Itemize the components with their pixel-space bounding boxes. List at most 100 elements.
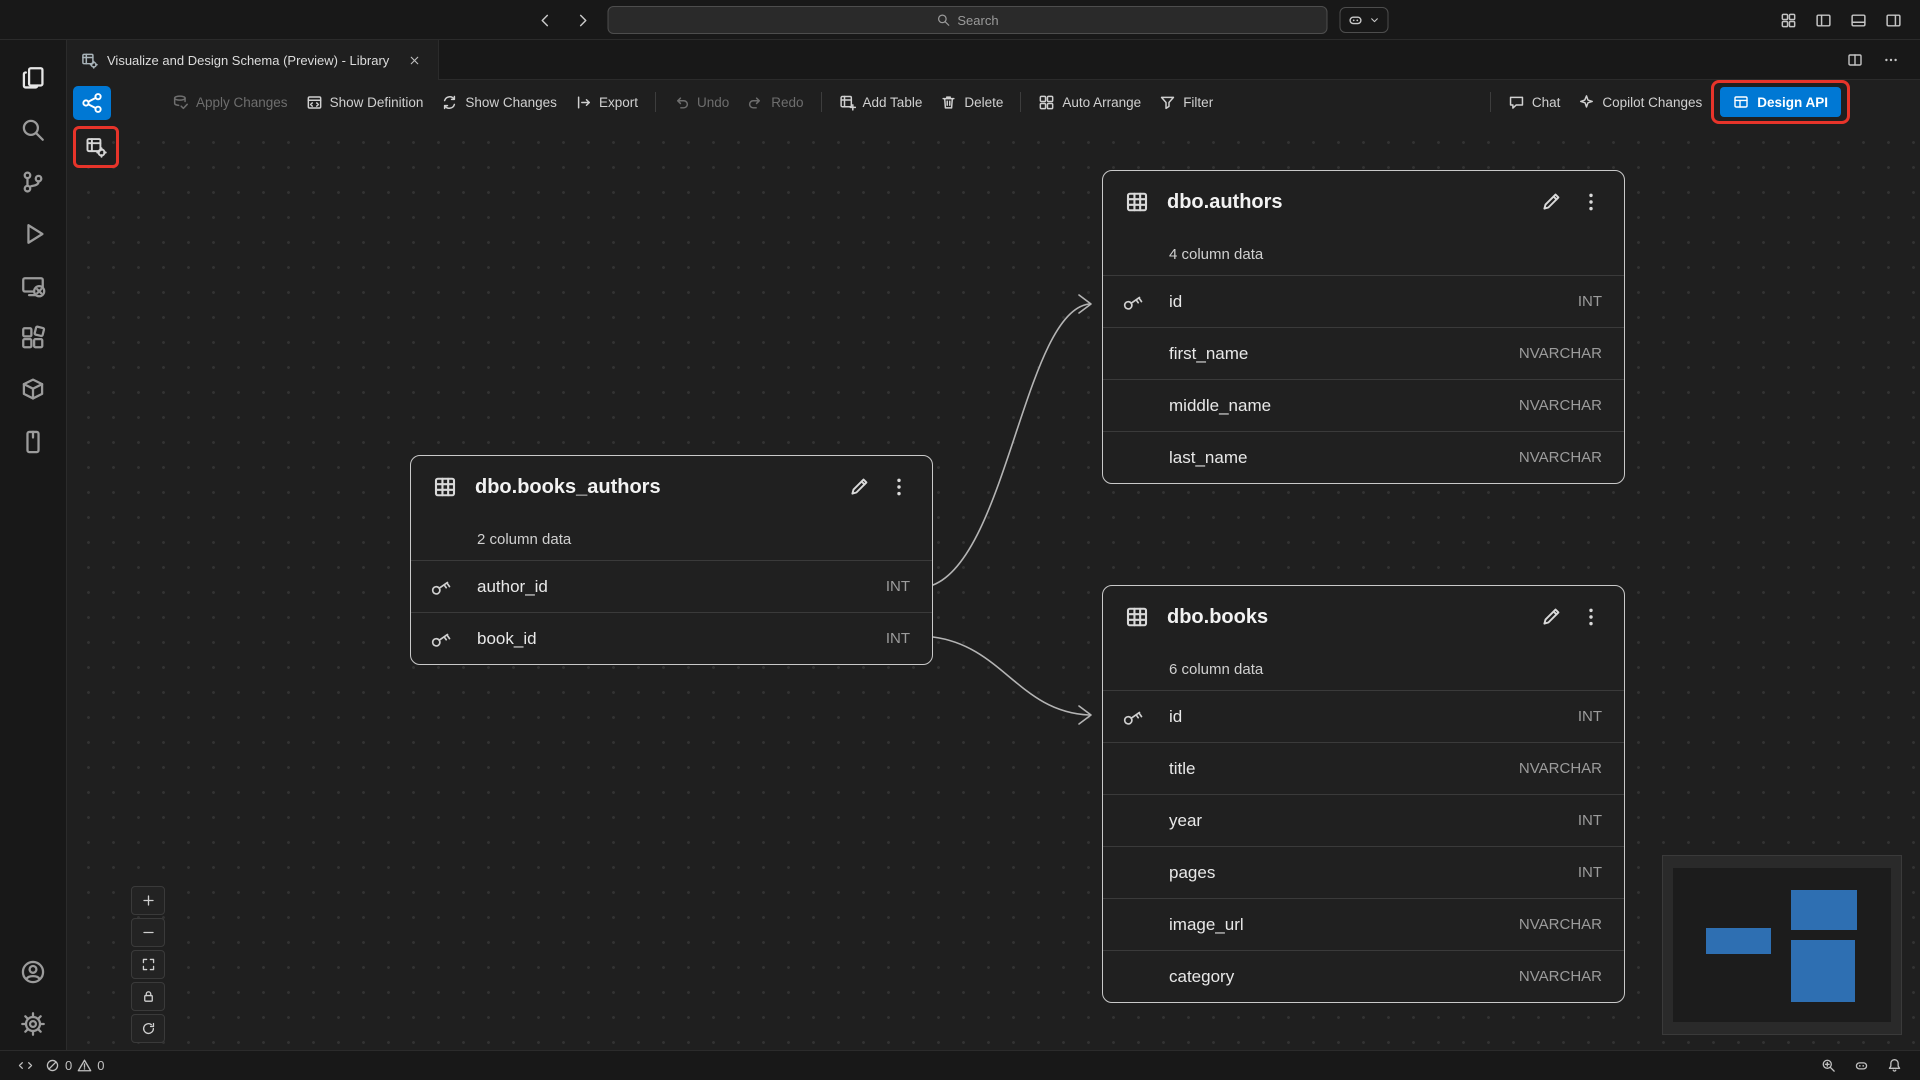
lock-button[interactable] <box>131 982 165 1011</box>
relationship-edges[interactable] <box>67 124 1920 1050</box>
undo-label: Undo <box>697 95 729 110</box>
schema-diagram-view-button[interactable] <box>73 86 111 120</box>
primary-key-icon <box>1121 705 1145 729</box>
table-name: dbo.books <box>1167 606 1268 629</box>
column-row[interactable]: title NVARCHAR <box>1103 742 1624 794</box>
table-card-books-authors[interactable]: dbo.books_authors 2 column data author_i… <box>410 455 933 665</box>
filter-button[interactable]: Filter <box>1150 88 1222 117</box>
bell-icon <box>1887 1058 1902 1073</box>
annotation-highlight-design-api: Design API <box>1711 80 1850 124</box>
apply-changes-label: Apply Changes <box>196 95 288 110</box>
edit-table-button[interactable] <box>844 472 874 502</box>
column-row[interactable]: book_id INT <box>411 612 932 664</box>
column-name: pages <box>1169 863 1215 883</box>
zoom-status-button[interactable] <box>1815 1051 1842 1080</box>
table-card-authors[interactable]: dbo.authors 4 column data id INT first_n… <box>1102 170 1625 484</box>
schema-canvas[interactable]: dbo.books_authors 2 column data author_i… <box>67 124 1920 1050</box>
more-actions-icon[interactable] <box>1878 47 1904 73</box>
pencil-icon <box>1540 191 1562 213</box>
table-designer-view-button[interactable] <box>77 130 115 164</box>
table-header[interactable]: dbo.books_authors <box>411 456 932 518</box>
copilot-status-button[interactable] <box>1848 1051 1875 1080</box>
edit-table-button[interactable] <box>1536 602 1566 632</box>
column-row[interactable]: pages INT <box>1103 846 1624 898</box>
table-header[interactable]: dbo.authors <box>1103 171 1624 233</box>
remote-explorer-icon[interactable] <box>10 260 56 312</box>
split-editor-icon[interactable] <box>1842 47 1868 73</box>
warnings-icon <box>77 1058 92 1073</box>
copilot-menu-button[interactable] <box>1340 7 1389 33</box>
source-control-icon[interactable] <box>10 156 56 208</box>
column-row[interactable]: id INT <box>1103 690 1624 742</box>
column-count-label: 4 column data <box>1103 233 1624 275</box>
chat-button[interactable]: Chat <box>1499 88 1570 117</box>
column-row[interactable]: year INT <box>1103 794 1624 846</box>
column-row[interactable]: image_url NVARCHAR <box>1103 898 1624 950</box>
copilot-changes-label: Copilot Changes <box>1602 95 1702 110</box>
show-definition-button[interactable]: Show Definition <box>297 88 433 117</box>
apply-changes-button[interactable]: Apply Changes <box>163 88 297 117</box>
refresh-layout-button[interactable] <box>131 1014 165 1043</box>
explorer-icon[interactable] <box>10 52 56 104</box>
copilot-icon <box>1348 12 1364 28</box>
column-row[interactable]: category NVARCHAR <box>1103 950 1624 1002</box>
navigate-forward-button[interactable] <box>570 7 596 33</box>
column-row[interactable]: middle_name NVARCHAR <box>1103 379 1624 431</box>
fit-view-button[interactable] <box>131 950 165 979</box>
design-api-button[interactable]: Design API <box>1720 87 1841 117</box>
column-row[interactable]: first_name NVARCHAR <box>1103 327 1624 379</box>
toggle-secondary-sidebar-button[interactable] <box>1880 7 1906 33</box>
table-icon <box>433 475 457 499</box>
pencil-icon <box>1540 606 1562 628</box>
notifications-button[interactable] <box>1881 1051 1908 1080</box>
problems-indicator[interactable]: 0 0 <box>39 1051 110 1080</box>
zoom-in-button[interactable] <box>131 886 165 915</box>
extensions-icon[interactable] <box>10 312 56 364</box>
remote-indicator[interactable] <box>12 1051 39 1080</box>
navigate-back-button[interactable] <box>532 7 558 33</box>
column-row[interactable]: id INT <box>1103 275 1624 327</box>
toggle-panel-button[interactable] <box>1845 7 1871 33</box>
sparkle-icon <box>1578 94 1595 111</box>
undo-button[interactable]: Undo <box>664 88 738 117</box>
schema-designer-tab-icon <box>81 52 98 69</box>
table-menu-button[interactable] <box>1576 187 1606 217</box>
settings-gear-icon[interactable] <box>10 998 56 1050</box>
column-row[interactable]: author_id INT <box>411 560 932 612</box>
run-debug-icon[interactable] <box>10 208 56 260</box>
add-table-icon <box>839 94 856 111</box>
tab-close-icon[interactable] <box>404 50 424 70</box>
table-header[interactable]: dbo.books <box>1103 586 1624 648</box>
export-button[interactable]: Export <box>566 88 647 117</box>
copilot-changes-button[interactable]: Copilot Changes <box>1569 88 1711 117</box>
redo-button[interactable]: Redo <box>738 88 812 117</box>
auto-arrange-button[interactable]: Auto Arrange <box>1029 88 1150 117</box>
database-projects-icon[interactable] <box>10 364 56 416</box>
toolbar-separator <box>821 92 822 112</box>
add-table-button[interactable]: Add Table <box>830 88 932 117</box>
column-type: INT <box>886 630 910 647</box>
customize-layout-button[interactable] <box>1775 7 1801 33</box>
zoom-out-button[interactable] <box>131 918 165 947</box>
kebab-menu-icon <box>1580 606 1602 628</box>
library-icon[interactable] <box>10 416 56 468</box>
column-type: NVARCHAR <box>1519 345 1602 362</box>
toggle-sidebar-button[interactable] <box>1810 7 1836 33</box>
minimap[interactable] <box>1662 855 1902 1035</box>
table-menu-button[interactable] <box>1576 602 1606 632</box>
search-sidebar-icon[interactable] <box>10 104 56 156</box>
tab-schema-designer[interactable]: Visualize and Design Schema (Preview) - … <box>67 40 439 80</box>
table-menu-button[interactable] <box>884 472 914 502</box>
column-type: INT <box>886 578 910 595</box>
search-input[interactable]: Search <box>608 6 1328 34</box>
edit-table-button[interactable] <box>1536 187 1566 217</box>
copilot-icon <box>1854 1058 1869 1073</box>
column-type: NVARCHAR <box>1519 916 1602 933</box>
search-placeholder: Search <box>957 13 998 28</box>
show-changes-button[interactable]: Show Changes <box>432 88 566 117</box>
account-icon[interactable] <box>10 946 56 998</box>
table-card-books[interactable]: dbo.books 6 column data id INT title NVA… <box>1102 585 1625 1003</box>
redo-icon <box>747 94 764 111</box>
delete-button[interactable]: Delete <box>931 88 1012 117</box>
column-row[interactable]: last_name NVARCHAR <box>1103 431 1624 483</box>
